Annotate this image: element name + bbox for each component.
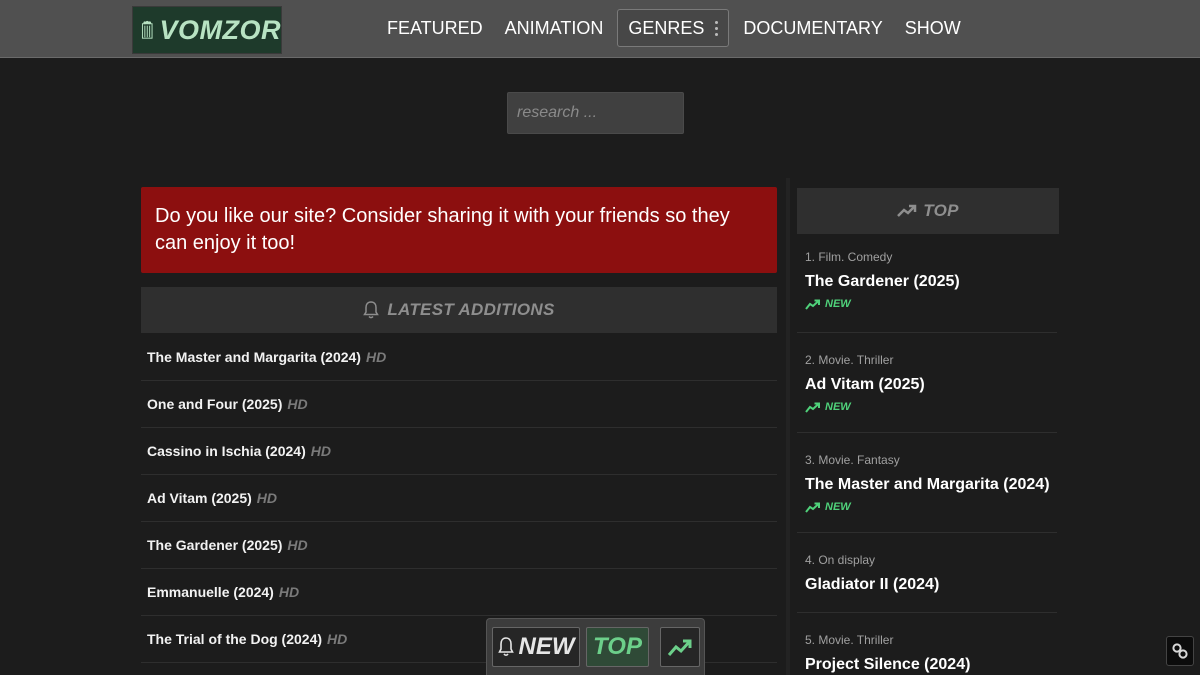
- nav-animation[interactable]: ANIMATION: [494, 9, 615, 47]
- top-button[interactable]: TOP: [586, 627, 649, 667]
- site-logo[interactable]: VOMZOR: [132, 6, 282, 54]
- top-title: TOP: [923, 201, 959, 220]
- movie-title: Cassino in Ischia (2024): [147, 443, 306, 459]
- trending-up-icon: [667, 639, 692, 656]
- bell-icon: [363, 301, 380, 319]
- top-list-item[interactable]: 4. On display Gladiator II (2024): [797, 533, 1057, 613]
- trending-up-icon: [897, 204, 917, 217]
- bell-icon: [497, 637, 514, 657]
- quality-badge: HD: [287, 396, 308, 412]
- floating-quick-bar: NEW TOP: [486, 618, 705, 675]
- trending-button[interactable]: [660, 627, 700, 667]
- top-header: TOP: [797, 188, 1059, 234]
- top-button-label: TOP: [593, 633, 642, 660]
- top-item-category: 3. Movie. Fantasy: [805, 453, 900, 467]
- top-list-item[interactable]: 1. Film. Comedy The Gardener (2025) NEW: [797, 250, 1057, 333]
- list-item[interactable]: One and Four (2025) HD: [141, 381, 777, 428]
- top-item-category: 5. Movie. Thriller: [805, 633, 894, 647]
- trending-up-icon: [805, 299, 820, 310]
- top-item-title: Gladiator II (2024): [805, 576, 940, 593]
- search-input[interactable]: [507, 92, 684, 134]
- quality-badge: HD: [365, 349, 387, 365]
- top-item-title: Project Silence (2024): [805, 656, 971, 673]
- new-button[interactable]: NEW: [492, 627, 580, 667]
- list-item[interactable]: The Gardener (2025) HD: [141, 522, 777, 569]
- quality-badge: HD: [278, 584, 300, 600]
- site-name: VOMZOR: [159, 14, 281, 45]
- more-vertical-icon: [715, 20, 719, 36]
- nav-genres-dropdown[interactable]: GENRES: [617, 9, 730, 47]
- movie-title: Ad Vitam (2025): [147, 490, 252, 506]
- list-item[interactable]: The Master and Margarita (2024) HD: [141, 334, 777, 381]
- latest-additions-title: LATEST ADDITIONS: [387, 300, 555, 319]
- new-button-label: NEW: [518, 633, 575, 660]
- top-item-category: 4. On display: [805, 553, 876, 567]
- top-item-title: Ad Vitam (2025): [805, 376, 925, 393]
- top-list-item[interactable]: 2. Movie. Thriller Ad Vitam (2025) NEW: [797, 333, 1057, 433]
- nav-show[interactable]: SHOW: [894, 9, 972, 47]
- top-list: 1. Film. Comedy The Gardener (2025) NEW …: [797, 250, 1057, 675]
- movie-title: One and Four (2025): [147, 396, 283, 412]
- new-badge-label: NEW: [825, 298, 851, 310]
- trending-up-icon: [805, 502, 820, 513]
- list-item[interactable]: Ad Vitam (2025) HD: [141, 475, 777, 522]
- latest-additions-header: LATEST ADDITIONS: [141, 287, 777, 333]
- link-icon: [1172, 643, 1188, 659]
- share-banner: Do you like our site? Consider sharing i…: [141, 187, 777, 273]
- top-item-title: The Master and Margarita (2024): [805, 476, 1050, 493]
- movie-title: The Trial of the Dog (2024): [147, 631, 323, 647]
- quality-badge: HD: [327, 631, 348, 647]
- trending-up-icon: [805, 402, 820, 413]
- new-badge: NEW: [805, 401, 1057, 413]
- link-widget-button[interactable]: [1166, 636, 1194, 666]
- nav-documentary[interactable]: DOCUMENTARY: [732, 9, 893, 47]
- top-item-title: The Gardener (2025): [805, 273, 960, 290]
- new-badge-label: NEW: [825, 501, 851, 513]
- nav-featured[interactable]: FEATURED: [376, 9, 494, 47]
- latest-additions-list: The Master and Margarita (2024) HD One a…: [141, 334, 777, 663]
- quality-badge: HD: [256, 490, 278, 506]
- nav-genres-label: GENRES: [628, 18, 705, 38]
- movie-title: Emmanuelle (2024): [147, 584, 274, 600]
- top-list-item[interactable]: 5. Movie. Thriller Project Silence (2024…: [797, 613, 1057, 675]
- new-badge-label: NEW: [825, 401, 851, 413]
- top-navigation-bar: VOMZOR FEATURED ANIMATION GENRES DOCUMEN…: [0, 0, 1200, 58]
- top-item-category: 2. Movie. Thriller: [805, 353, 894, 367]
- main-nav: FEATURED ANIMATION GENRES DOCUMENTARY SH…: [376, 9, 972, 47]
- movie-title: The Master and Margarita (2024): [147, 349, 361, 365]
- top-item-category: 1. Film. Comedy: [805, 250, 893, 264]
- column-divider: [786, 178, 790, 675]
- list-item[interactable]: Emmanuelle (2024) HD: [141, 569, 777, 616]
- quality-badge: HD: [310, 443, 331, 459]
- top-list-item[interactable]: 3. Movie. Fantasy The Master and Margari…: [797, 433, 1057, 533]
- share-banner-text: Do you like our site? Consider sharing i…: [155, 205, 730, 254]
- list-item[interactable]: Cassino in Ischia (2024) HD: [141, 428, 777, 475]
- new-badge: NEW: [805, 501, 1057, 513]
- new-badge: NEW: [805, 298, 1057, 310]
- popcorn-logo-icon: [141, 20, 153, 39]
- quality-badge: HD: [287, 537, 308, 553]
- movie-title: The Gardener (2025): [147, 537, 283, 553]
